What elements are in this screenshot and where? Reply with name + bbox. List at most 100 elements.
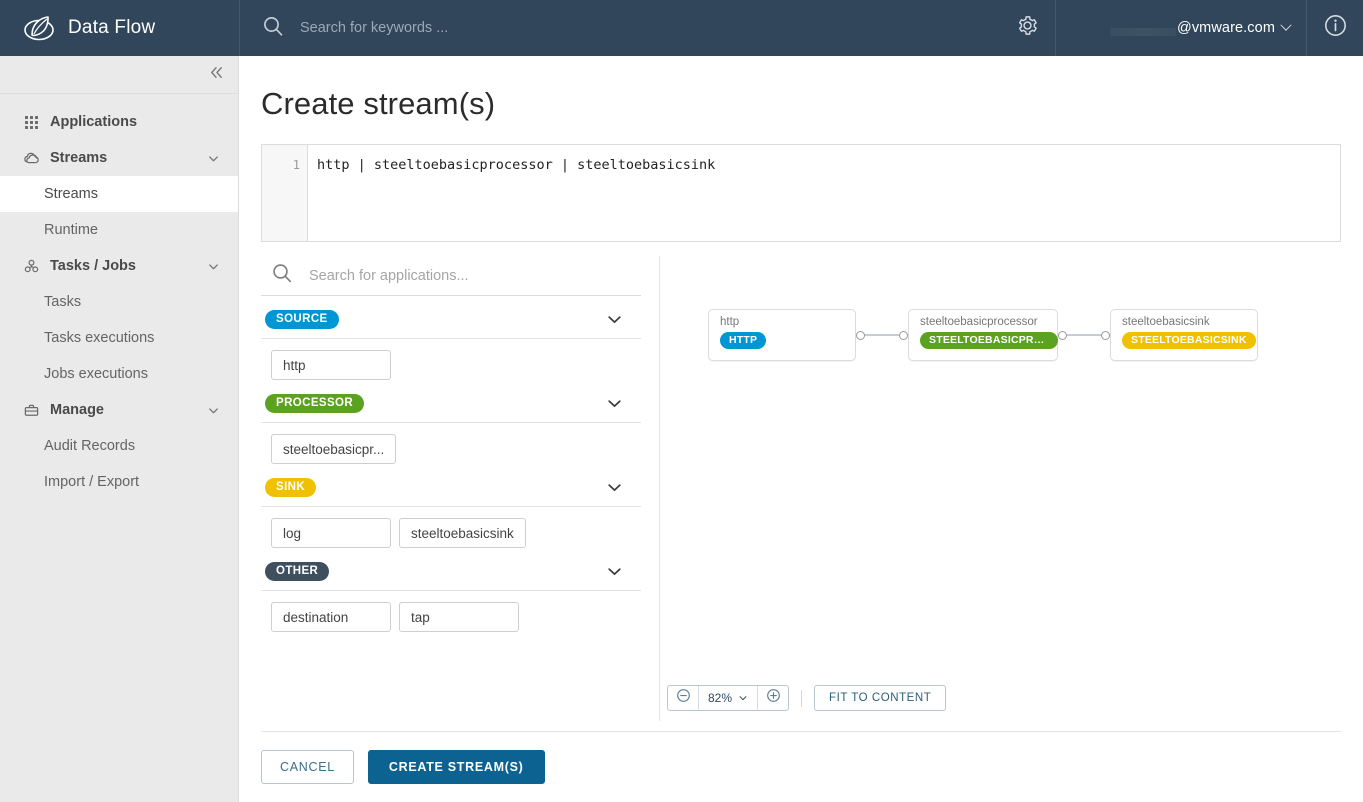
palette-category-source: SOURCE http — [261, 310, 641, 380]
sidebar-item-label: Tasks — [44, 294, 81, 310]
category-badge: SOURCE — [265, 310, 339, 329]
zoom-out-button[interactable] — [668, 686, 698, 710]
graph-node-http[interactable]: http HTTP — [708, 309, 856, 361]
node-name: http — [720, 315, 844, 329]
chevron-down-icon[interactable] — [606, 479, 623, 496]
editor-line-number: 1 — [262, 145, 308, 241]
stream-graph: http HTTP steeltoebasicprocessor STEELTO… — [708, 309, 1258, 361]
grid-dots-icon — [22, 116, 40, 129]
palette-search-input[interactable] — [307, 262, 637, 290]
sidebar-item-streams-group[interactable]: Streams — [0, 140, 238, 176]
sidebar-item-label: Manage — [50, 402, 202, 418]
chevron-down-icon[interactable] — [606, 311, 623, 328]
chevron-down-icon[interactable] — [202, 152, 224, 165]
zoom-level-value: 82% — [708, 691, 732, 705]
category-header[interactable]: OTHER — [261, 562, 641, 591]
sidebar-item-tasks-jobs-group[interactable]: Tasks / Jobs — [0, 248, 238, 284]
flow-canvas[interactable]: http HTTP steeltoebasicprocessor STEELTO… — [660, 256, 1341, 721]
fit-to-content-button[interactable]: FIT TO CONTENT — [814, 685, 946, 711]
chevron-down-icon[interactable] — [606, 395, 623, 412]
info-button[interactable] — [1307, 0, 1363, 56]
sidebar-item-tasks-executions[interactable]: Tasks executions — [0, 320, 238, 356]
sidebar-item-audit-records[interactable]: Audit Records — [0, 428, 238, 464]
spring-leaf-cloud-logo-icon — [22, 11, 56, 45]
category-header[interactable]: PROCESSOR — [261, 394, 641, 423]
sidebar-item-import-export[interactable]: Import / Export — [0, 464, 238, 500]
sidebar-item-jobs-executions[interactable]: Jobs executions — [0, 356, 238, 392]
palette-app-destination[interactable]: destination — [271, 602, 391, 632]
sidebar-item-label: Tasks / Jobs — [50, 258, 202, 274]
category-apps: steeltoebasicpr... — [261, 423, 641, 464]
canvas-zoom-controls: 82% — [667, 685, 946, 711]
username-redacted — [1110, 28, 1176, 36]
palette-search[interactable] — [261, 256, 641, 296]
category-badge: OTHER — [265, 562, 329, 581]
footer-actions: CANCEL CREATE STREAM(S) — [261, 732, 1341, 784]
palette-app-log[interactable]: log — [271, 518, 391, 548]
search-icon — [262, 15, 284, 42]
zoom-group: 82% — [667, 685, 789, 711]
sidebar-item-applications[interactable]: Applications — [0, 104, 238, 140]
palette-app-steeltoebasicprocessor[interactable]: steeltoebasicpr... — [271, 434, 396, 464]
app-header: Data Flow @vmware.com — [0, 0, 1363, 56]
sidebar-nav: Applications Streams Streams Runtime — [0, 94, 238, 500]
sidebar-item-label: Applications — [50, 114, 238, 130]
output-port[interactable] — [856, 331, 865, 340]
sidebar-item-label: Tasks executions — [44, 330, 154, 346]
info-circle-icon — [1323, 13, 1348, 43]
category-badge: PROCESSOR — [265, 394, 364, 413]
category-apps: log steeltoebasicsink — [261, 507, 641, 548]
main-content: Create stream(s) 1 http | steeltoebasicp… — [239, 56, 1363, 802]
cancel-button[interactable]: CANCEL — [261, 750, 354, 784]
plus-circle-icon — [766, 688, 781, 708]
global-search-input[interactable] — [298, 13, 718, 43]
sidebar-collapse-button[interactable] — [0, 56, 238, 94]
zoom-level-select[interactable]: 82% — [698, 686, 758, 710]
node-name: steeltoebasicprocessor — [920, 315, 1046, 329]
palette-app-tap[interactable]: tap — [399, 602, 519, 632]
palette-category-other: OTHER destination tap — [261, 562, 641, 632]
zoom-in-button[interactable] — [758, 686, 788, 710]
palette-category-sink: SINK log steeltoebasicsink — [261, 478, 641, 548]
sidebar-item-manage-group[interactable]: Manage — [0, 392, 238, 428]
graph-node-steeltoebasicsink[interactable]: steeltoebasicsink STEELTOEBASICSINK — [1110, 309, 1258, 361]
input-port[interactable] — [899, 331, 908, 340]
category-apps: http — [261, 339, 641, 380]
double-chevron-left-icon — [208, 64, 225, 86]
category-apps: destination tap — [261, 591, 641, 632]
create-streams-button[interactable]: CREATE STREAM(S) — [368, 750, 545, 784]
divider — [801, 690, 802, 707]
sidebar-item-runtime[interactable]: Runtime — [0, 212, 238, 248]
sidebar-item-label: Jobs executions — [44, 366, 148, 382]
brand[interactable]: Data Flow — [0, 0, 239, 56]
editor-dsl-text[interactable]: http | steeltoebasicprocessor | steeltoe… — [308, 145, 1340, 241]
palette-app-http[interactable]: http — [271, 350, 391, 380]
builder-split: SOURCE http PROCESSOR — [261, 256, 1341, 721]
category-badge: SINK — [265, 478, 316, 497]
input-port[interactable] — [1101, 331, 1110, 340]
link-line — [1067, 334, 1101, 336]
stream-dsl-editor[interactable]: 1 http | steeltoebasicprocessor | steelt… — [261, 144, 1341, 242]
palette-app-steeltoebasicsink[interactable]: steeltoebasicsink — [399, 518, 526, 548]
sidebar-item-label: Streams — [50, 150, 202, 166]
chevron-down-icon[interactable] — [606, 563, 623, 580]
output-port[interactable] — [1058, 331, 1067, 340]
chevron-down-icon[interactable] — [202, 404, 224, 417]
chevron-down-icon[interactable] — [202, 260, 224, 273]
graph-node-steeltoebasicprocessor[interactable]: steeltoebasicprocessor STEELTOEBASICPROC… — [908, 309, 1058, 361]
sidebar-item-label: Runtime — [44, 222, 98, 238]
user-menu[interactable]: @vmware.com — [1056, 0, 1306, 56]
category-header[interactable]: SOURCE — [261, 310, 641, 339]
sidebar-item-streams[interactable]: Streams — [0, 176, 238, 212]
streams-cloud-icon — [22, 150, 40, 167]
sidebar-item-tasks[interactable]: Tasks — [0, 284, 238, 320]
gear-icon — [1016, 14, 1039, 42]
global-search[interactable] — [240, 0, 999, 56]
minus-circle-icon — [676, 688, 691, 708]
user-domain-label: @vmware.com — [1177, 20, 1275, 36]
search-icon — [261, 262, 293, 289]
app-palette: SOURCE http PROCESSOR — [261, 256, 660, 721]
category-header[interactable]: SINK — [261, 478, 641, 507]
settings-button[interactable] — [999, 0, 1055, 56]
chevron-down-icon — [1280, 20, 1291, 31]
